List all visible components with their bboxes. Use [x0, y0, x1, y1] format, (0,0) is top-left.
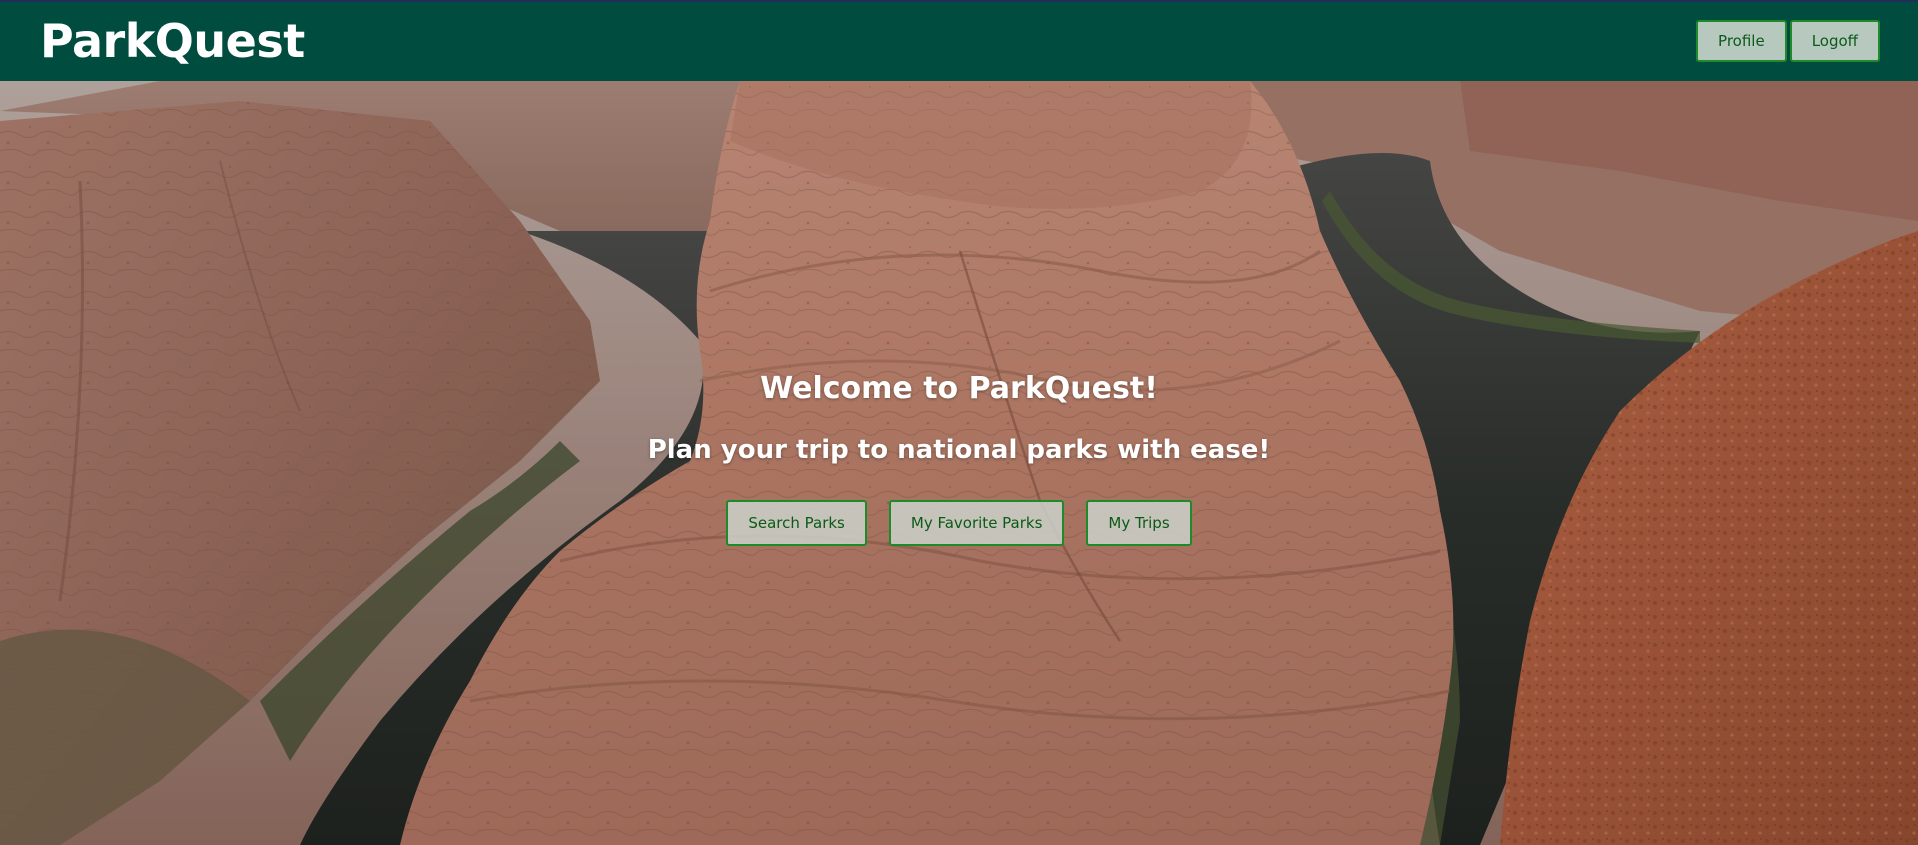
nav-buttons: Profile Logoff: [1696, 20, 1880, 62]
tagline: Plan your trip to national parks with ea…: [647, 435, 1271, 465]
search-parks-button[interactable]: Search Parks: [726, 500, 867, 546]
hero-content: Welcome to ParkQuest! Plan your trip to …: [0, 81, 1918, 845]
my-trips-button[interactable]: My Trips: [1086, 500, 1192, 546]
favorite-parks-button[interactable]: My Favorite Parks: [888, 500, 1065, 546]
logoff-button[interactable]: Logoff: [1789, 20, 1880, 62]
brand-logo[interactable]: ParkQuest: [40, 14, 305, 68]
page: ParkQuest Profile Logoff Welcome to Park…: [0, 0, 1918, 845]
welcome-heading: Welcome to ParkQuest!: [760, 371, 1158, 406]
hero-section: Welcome to ParkQuest! Plan your trip to …: [0, 81, 1918, 845]
profile-button[interactable]: Profile: [1696, 20, 1787, 62]
navbar: ParkQuest Profile Logoff: [0, 2, 1918, 81]
cta-buttons: Search Parks My Favorite Parks My Trips: [0, 500, 1918, 546]
